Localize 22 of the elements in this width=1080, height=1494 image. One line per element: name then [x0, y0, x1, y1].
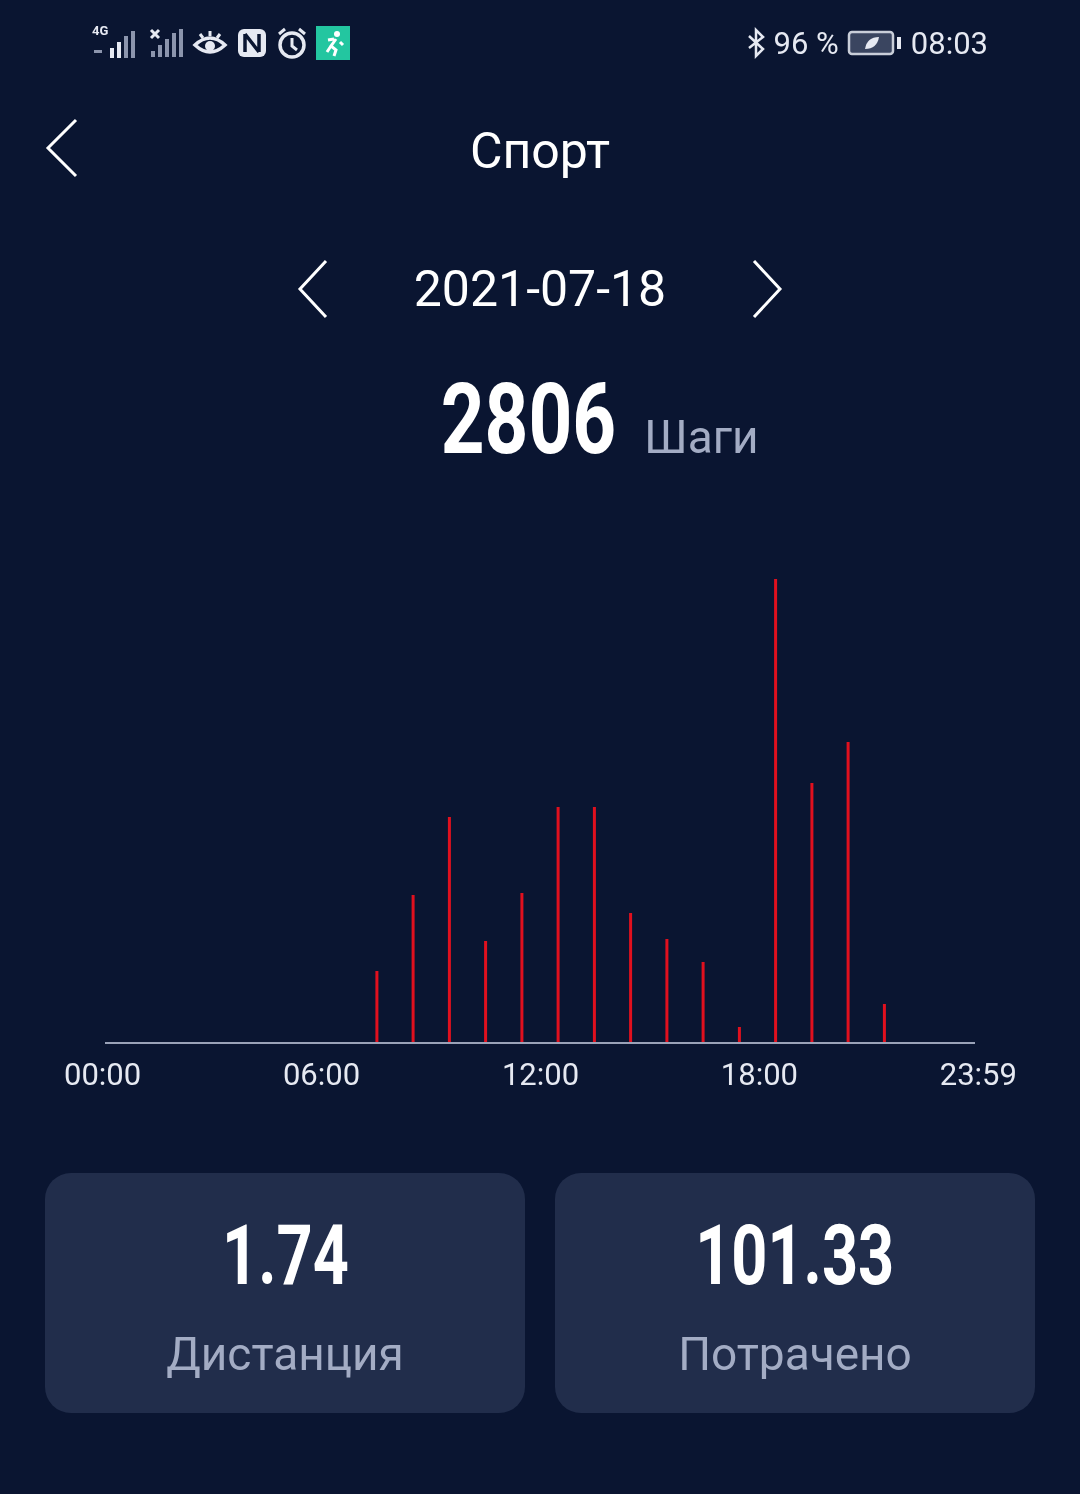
- no-signal-icon: [148, 27, 184, 59]
- stat-value: 101.33: [695, 1205, 895, 1305]
- stat-value: 1.74: [221, 1205, 349, 1305]
- time-axis-label: 06:00: [282, 1056, 361, 1093]
- step-count: 2806: [441, 362, 617, 477]
- time-axis-label: 12:00: [501, 1056, 580, 1093]
- date-label: 2021-07-18: [413, 260, 667, 318]
- battery-icon: [846, 30, 903, 56]
- stat-label: Дистанция: [166, 1326, 404, 1381]
- signal-icon: [92, 28, 138, 60]
- battery-percent: 96 %: [773, 24, 839, 62]
- alarm-icon: [276, 27, 308, 59]
- nfc-icon: [236, 27, 268, 59]
- page-title: Спорт: [469, 122, 611, 180]
- network-type-label: 4G: [92, 24, 109, 38]
- running-man-icon: [316, 26, 350, 60]
- step-unit-label: Шаги: [644, 410, 759, 464]
- clock-time: 08:03: [910, 24, 988, 62]
- stat-label: Потрачено: [678, 1326, 912, 1381]
- time-axis-label: 00:00: [64, 1056, 142, 1093]
- time-axis-label: 23:59: [939, 1056, 1017, 1093]
- time-axis-label: 18:00: [720, 1056, 798, 1093]
